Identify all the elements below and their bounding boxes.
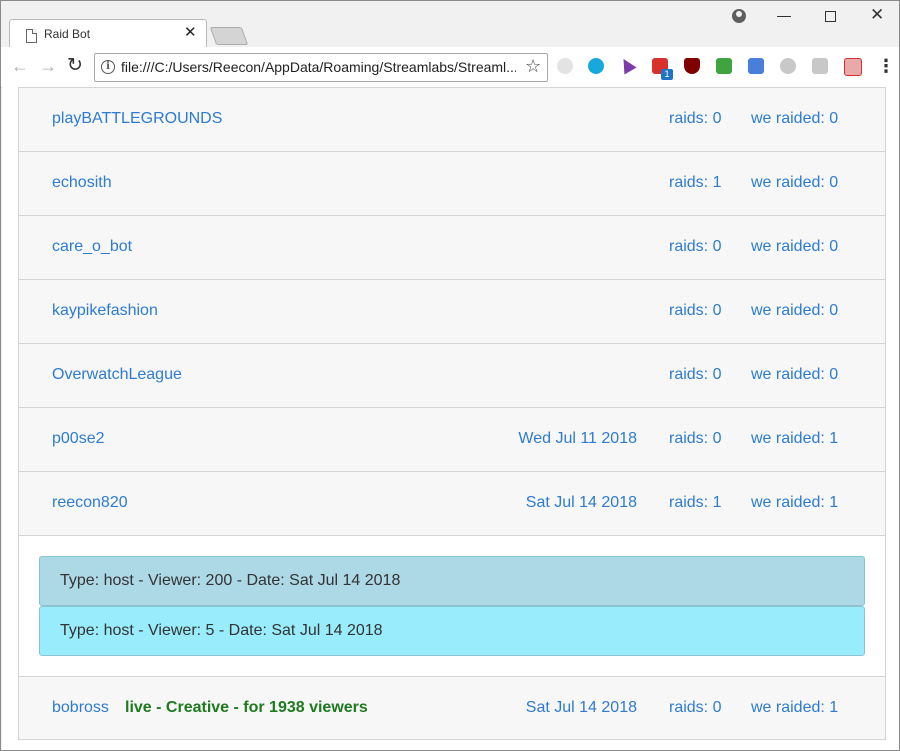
channel-link[interactable]: p00se2 — [52, 430, 105, 448]
extension-icon[interactable] — [588, 58, 604, 74]
tab-strip: Raid Bot ✕ ✕ — [1, 1, 899, 49]
ublock-icon[interactable] — [684, 58, 700, 74]
raid-list: playBATTLEGROUNDS raids: 0 we raided: 0 … — [18, 87, 886, 740]
raids-count: raids: 0 — [669, 302, 722, 319]
raids-count: raids: 0 — [669, 238, 722, 255]
back-arrow-icon[interactable]: ← — [11, 56, 29, 76]
channel-link[interactable]: reecon820 — [52, 494, 128, 512]
profile-icon[interactable] — [732, 9, 746, 23]
channel-link[interactable]: OverwatchLeague — [52, 366, 182, 384]
we-raided-count: we raided: 1 — [751, 699, 839, 716]
info-icon[interactable]: i — [101, 60, 115, 74]
list-item[interactable]: p00se2 Wed Jul 11 2018 raids: 0 we raide… — [19, 408, 885, 472]
page-content: playBATTLEGROUNDS raids: 0 we raided: 0 … — [2, 87, 899, 750]
raids-count: raids: 0 — [669, 699, 722, 716]
channel-link[interactable]: care_o_bot — [52, 238, 132, 256]
live-status: live - Creative - for 1938 viewers — [125, 699, 368, 716]
we-raided-count: we raided: 0 — [751, 174, 839, 191]
list-item[interactable]: care_o_bot raids: 0 we raided: 0 — [19, 216, 885, 280]
we-raided-count: we raided: 0 — [751, 366, 839, 383]
forward-arrow-icon[interactable]: → — [39, 56, 57, 76]
extension-icon[interactable] — [812, 58, 828, 74]
document-icon — [26, 29, 37, 43]
we-raided-count: we raided: 0 — [751, 110, 839, 127]
channel-link[interactable]: playBATTLEGROUNDS — [52, 110, 222, 128]
raids-count: raids: 1 — [669, 494, 722, 511]
tab-raid-bot[interactable]: Raid Bot ✕ — [9, 19, 207, 49]
raids-count: raids: 0 — [669, 366, 722, 383]
extension-badge: 1 — [661, 69, 673, 80]
browser-window: Raid Bot ✕ ✕ ← → ↻ i file:///C:/Users/Re… — [0, 0, 900, 751]
close-window-icon[interactable]: ✕ — [870, 5, 884, 25]
kebab-menu-icon[interactable]: ⋮ — [877, 56, 895, 76]
maximize-icon[interactable] — [825, 11, 836, 22]
channel-link[interactable]: echosith — [52, 174, 112, 192]
raid-date: Wed Jul 11 2018 — [518, 430, 637, 447]
extension-icon[interactable] — [557, 58, 573, 74]
close-tab-icon[interactable]: ✕ — [184, 24, 197, 41]
raid-detail-item: Type: host - Viewer: 5 - Date: Sat Jul 1… — [39, 606, 865, 656]
list-item[interactable]: OverwatchLeague raids: 0 we raided: 0 — [19, 344, 885, 408]
we-raided-count: we raided: 0 — [751, 302, 839, 319]
raids-count: raids: 0 — [669, 110, 722, 127]
tab-title: Raid Bot — [44, 27, 91, 41]
extension-icon[interactable] — [844, 58, 862, 76]
list-item[interactable]: playBATTLEGROUNDS raids: 0 we raided: 0 — [19, 87, 885, 152]
list-item[interactable]: echosith raids: 1 we raided: 0 — [19, 152, 885, 216]
raid-details-panel: Type: host - Viewer: 200 - Date: Sat Jul… — [19, 536, 885, 677]
we-raided-count: we raided: 0 — [751, 238, 839, 255]
list-item[interactable]: bobross live - Creative - for 1938 viewe… — [19, 677, 885, 740]
translate-icon[interactable] — [748, 58, 764, 74]
we-raided-count: we raided: 1 — [751, 430, 839, 447]
browser-toolbar: ← → ↻ i file:///C:/Users/Reecon/AppData/… — [1, 47, 899, 88]
minimize-icon[interactable] — [777, 16, 791, 17]
extension-icon[interactable] — [780, 58, 796, 74]
reload-icon[interactable]: ↻ — [67, 56, 83, 76]
raid-detail-item: Type: host - Viewer: 200 - Date: Sat Jul… — [39, 556, 865, 606]
raid-date: Sat Jul 14 2018 — [525, 699, 637, 716]
channel-link[interactable]: kaypikefashion — [52, 302, 158, 320]
raids-count: raids: 1 — [669, 174, 722, 191]
we-raided-count: we raided: 1 — [751, 494, 839, 511]
raid-detail-text: Type: host - Viewer: 5 - Date: Sat Jul 1… — [60, 622, 383, 639]
bookmark-star-icon[interactable]: ☆ — [525, 56, 541, 77]
raid-detail-text: Type: host - Viewer: 200 - Date: Sat Jul… — [60, 572, 401, 589]
raid-date: Sat Jul 14 2018 — [525, 494, 637, 511]
checkmark-extension-icon[interactable] — [716, 58, 732, 74]
raids-count: raids: 0 — [669, 430, 722, 447]
channel-link[interactable]: bobross — [52, 699, 109, 717]
list-item-expanded[interactable]: reecon820 Sat Jul 14 2018 raids: 1 we ra… — [19, 472, 885, 536]
url-text[interactable]: file:///C:/Users/Reecon/AppData/Roaming/… — [121, 59, 516, 75]
list-item[interactable]: kaypikefashion raids: 0 we raided: 0 — [19, 280, 885, 344]
address-bar[interactable]: i file:///C:/Users/Reecon/AppData/Roamin… — [94, 53, 548, 82]
new-tab-button[interactable] — [209, 27, 249, 45]
extension-icon[interactable] — [617, 55, 637, 75]
